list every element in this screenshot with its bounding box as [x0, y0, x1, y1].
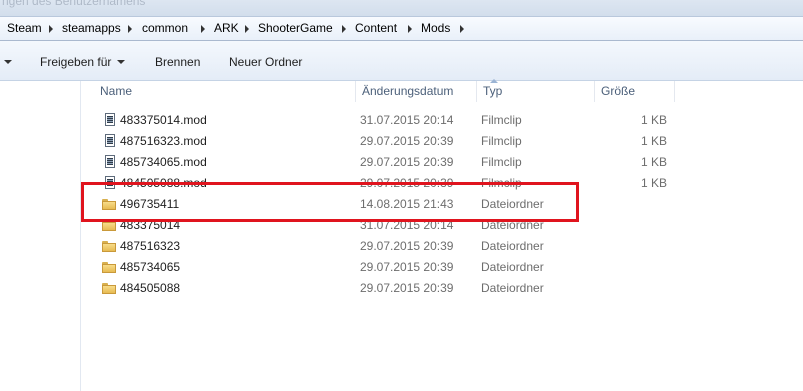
chevron-right-icon[interactable] [341, 17, 349, 40]
burn-button[interactable]: Brennen [155, 53, 200, 71]
file-type: Filmclip [481, 155, 522, 169]
file-type: Filmclip [481, 113, 522, 127]
folder-date: 29.07.2015 20:39 [360, 281, 454, 295]
folder-name: 483375014 [120, 218, 181, 232]
file-name: 485734065.mod [120, 155, 207, 169]
chevron-right-icon[interactable] [459, 17, 467, 40]
file-row[interactable]: 487516323.mod 29.07.2015 20:39 Filmclip … [81, 131, 803, 152]
column-date[interactable]: Änderungsdatum [356, 81, 477, 102]
chevron-down-icon [4, 60, 12, 64]
folder-type: Dateiordner [481, 218, 544, 232]
file-date: 29.07.2015 20:39 [360, 134, 454, 148]
file-name: 483375014.mod [120, 113, 207, 127]
file-row[interactable]: 484505088.mod 29.07.2015 20:39 Filmclip … [81, 173, 803, 194]
breadcrumb-common[interactable]: common [142, 17, 188, 40]
folder-date: 14.08.2015 21:43 [360, 197, 454, 211]
chevron-right-icon[interactable] [48, 17, 56, 40]
column-name[interactable]: Name [94, 81, 356, 102]
file-size: 1 KB [640, 113, 667, 127]
video-file-icon [105, 155, 115, 168]
breadcrumb-ark[interactable]: ARK [214, 17, 239, 40]
folder-icon [102, 241, 116, 252]
file-date: 31.07.2015 20:14 [360, 113, 454, 127]
file-date: 29.07.2015 20:39 [360, 176, 454, 190]
file-date: 29.07.2015 20:39 [360, 155, 454, 169]
file-size: 1 KB [640, 176, 667, 190]
file-type: Filmclip [481, 134, 522, 148]
folder-name: 487516323 [120, 239, 181, 253]
folder-type: Dateiordner [481, 239, 544, 253]
breadcrumb-steam[interactable]: Steam [7, 17, 42, 40]
share-with-button[interactable]: Freigeben für [40, 53, 126, 71]
folder-name: 485734065 [120, 260, 181, 274]
folder-type: Dateiordner [481, 281, 544, 295]
folder-date: 31.07.2015 20:14 [360, 218, 454, 232]
file-row[interactable]: 483375014.mod 31.07.2015 20:14 Filmclip … [81, 110, 803, 131]
column-size[interactable]: Größe [595, 81, 675, 102]
file-size: 1 KB [640, 134, 667, 148]
folder-date: 29.07.2015 20:39 [360, 239, 454, 253]
window-title-strip: ngen des Benutzernamens [0, 0, 803, 16]
breadcrumb-mods[interactable]: Mods [421, 17, 450, 40]
folder-icon [102, 283, 116, 294]
chevron-right-icon[interactable] [407, 17, 415, 40]
video-file-icon [105, 176, 115, 189]
folder-row[interactable]: 484505088 29.07.2015 20:39 Dateiordner [81, 278, 803, 299]
folder-row[interactable]: 487516323 29.07.2015 20:39 Dateiordner [81, 236, 803, 257]
breadcrumb-steamapps[interactable]: steamapps [62, 17, 121, 40]
folder-type: Dateiordner [481, 260, 544, 274]
breadcrumb-shootergame[interactable]: ShooterGame [258, 17, 333, 40]
folder-row[interactable]: 496735411 14.08.2015 21:43 Dateiordner [81, 194, 803, 215]
folder-date: 29.07.2015 20:39 [360, 260, 454, 274]
folder-icon [102, 220, 116, 231]
file-type: Filmclip [481, 176, 522, 190]
organize-dropdown[interactable] [0, 53, 12, 71]
folder-icon [102, 262, 116, 273]
new-folder-button[interactable]: Neuer Ordner [229, 53, 302, 71]
folder-name: 496735411 [120, 197, 180, 211]
chevron-down-icon [117, 60, 126, 64]
video-file-icon [105, 134, 115, 147]
video-file-icon [105, 113, 115, 126]
column-type[interactable]: Typ [477, 81, 595, 102]
folder-type: Dateiordner [481, 197, 544, 211]
chevron-right-icon[interactable] [127, 17, 135, 40]
file-size: 1 KB [640, 155, 667, 169]
breadcrumb-content[interactable]: Content [355, 17, 397, 40]
folder-name: 484505088 [120, 281, 181, 295]
folder-row[interactable]: 485734065 29.07.2015 20:39 Dateiordner [81, 257, 803, 278]
chevron-right-icon[interactable] [244, 17, 252, 40]
command-bar: Freigeben für Brennen Neuer Ordner [0, 41, 803, 81]
file-name: 487516323.mod [120, 134, 207, 148]
file-row[interactable]: 485734065.mod 29.07.2015 20:39 Filmclip … [81, 152, 803, 173]
chevron-right-icon[interactable] [200, 17, 208, 40]
navigation-pane[interactable] [0, 81, 81, 391]
address-bar[interactable]: Steam steamapps common ARK ShooterGame C… [0, 16, 803, 41]
folder-icon [102, 199, 116, 210]
column-header: Name Änderungsdatum Typ Größe [81, 79, 803, 103]
folder-row[interactable]: 483375014 31.07.2015 20:14 Dateiordner [81, 215, 803, 236]
file-name: 484505088.mod [120, 176, 207, 190]
window-title: ngen des Benutzernamens [2, 0, 146, 8]
